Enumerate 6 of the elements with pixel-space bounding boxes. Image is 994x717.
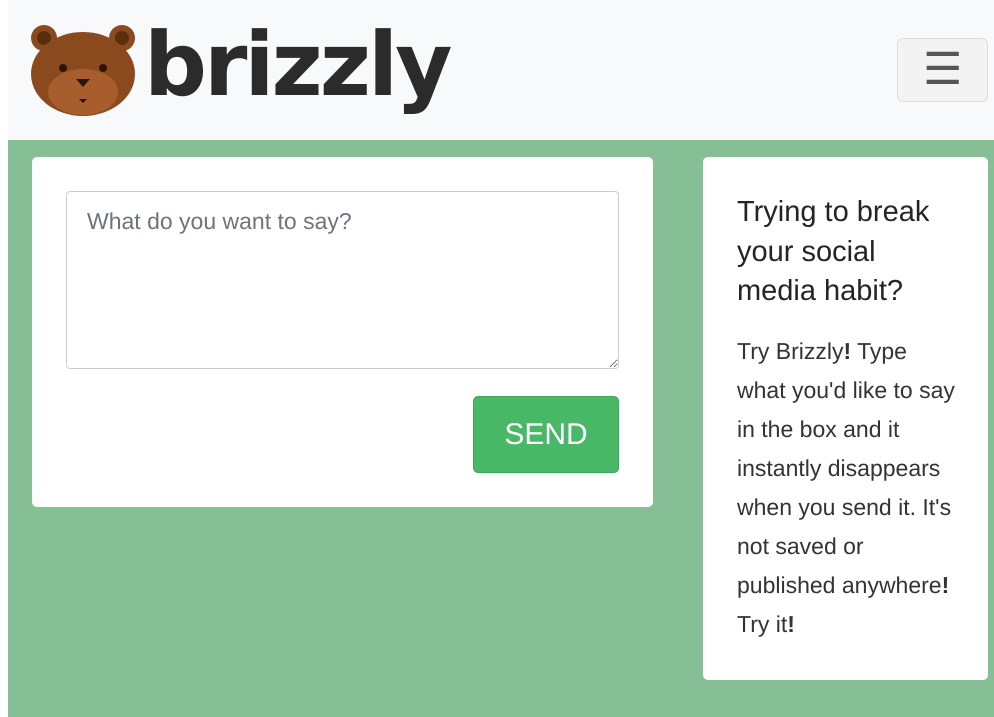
- info-text: Try Brizzly! Type what you'd like to say in the box and it instantly disappears when you send it. It's not saved or published anywhere! Try it!: [737, 337, 956, 640]
- bear-logo-icon: [30, 24, 136, 116]
- info-title: Trying to break your social media habit?: [737, 195, 930, 310]
- brand-name[interactable]: brizzly: [144, 8, 450, 122]
- menu-button[interactable]: ☰: [897, 38, 988, 102]
- message-field[interactable]: What do you want to say?: [66, 191, 619, 369]
